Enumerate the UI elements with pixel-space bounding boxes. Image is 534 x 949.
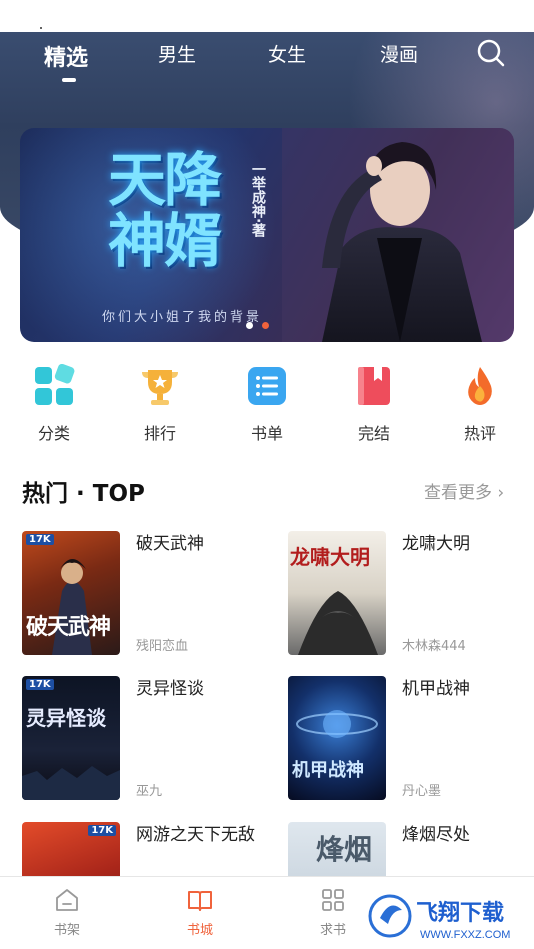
tab-featured[interactable]: 精选 — [44, 40, 88, 72]
book-item[interactable]: 17K 破天武神 破天武神 残阳恋血 — [22, 531, 272, 657]
promo-banner[interactable]: 天降神婿 一举成神·著 你们大小姐了我的背景 — [20, 128, 514, 342]
grid-icon — [35, 364, 75, 405]
book-title: 机甲战神 — [402, 679, 470, 699]
list-icon — [248, 367, 286, 405]
category-label: 分类 — [37, 424, 70, 443]
category-label: 书单 — [250, 424, 283, 443]
category-label: 热评 — [463, 424, 496, 443]
tab-female[interactable]: 女生 — [268, 40, 306, 67]
book-cover: 17K 破天武神 — [22, 531, 120, 655]
book-title: 破天武神 — [136, 534, 204, 554]
nav-bookshelf[interactable]: 书架 — [27, 887, 107, 938]
cover-title: 灵异怪谈 — [26, 706, 106, 730]
banner-character-art — [282, 128, 514, 342]
book-title: 网游之天下无敌 — [136, 825, 255, 845]
book-cover: 龙啸大明 — [288, 531, 386, 655]
watermark-main-text: 飞翔下载 — [416, 900, 504, 925]
cover-badge: 17K — [26, 679, 54, 690]
site-watermark-logo: 飞翔下载 WWW.FXXZ.COM — [366, 888, 534, 944]
cover-title: 烽烟 — [316, 833, 373, 866]
nav-label: 书架 — [53, 923, 80, 938]
see-more-link[interactable]: 查看更多 › — [424, 478, 504, 503]
tab-comics[interactable]: 漫画 — [380, 40, 418, 67]
book-item[interactable]: 17K 灵异怪谈 灵异怪谈 巫九 — [22, 676, 272, 802]
cover-badge: 17K — [88, 825, 116, 836]
book-author: 丹心墨 — [402, 784, 442, 799]
cover-title: 破天武神 — [26, 614, 111, 640]
pagination-dot-active[interactable] — [262, 322, 269, 329]
nav-request-book[interactable]: 求书 — [293, 887, 373, 938]
section-title: 热门 · TOP — [22, 481, 145, 507]
book-title: 龙啸大明 — [402, 534, 470, 554]
banner-book-title: 天降神婿 — [108, 146, 222, 275]
book-title: 灵异怪谈 — [136, 679, 204, 699]
book-author: 巫九 — [136, 784, 163, 799]
cover-title: 机甲战神 — [292, 760, 364, 781]
book-item[interactable]: 龙啸大明 龙啸大明 木林森444 — [288, 531, 534, 657]
banner-tagline: 你们大小姐了我的背景 — [102, 310, 263, 325]
book-cover: 17K 灵异怪谈 — [22, 676, 120, 800]
cover-figure-art — [22, 766, 120, 800]
active-tab-indicator — [62, 78, 76, 82]
category-ranking[interactable]: 排行 — [120, 360, 200, 444]
bookmark-book-icon — [358, 367, 390, 405]
cover-badge: 17K — [26, 534, 54, 545]
tab-male[interactable]: 男生 — [158, 40, 196, 67]
banner-pagination — [244, 322, 274, 330]
book-cover: 机甲战神 — [288, 676, 386, 800]
flame-icon — [468, 367, 492, 405]
search-icon[interactable] — [476, 38, 506, 68]
nav-label: 求书 — [319, 923, 346, 938]
category-shortcuts: 分类 排行 书单 完结 热评 — [0, 360, 534, 450]
watermark-sub-text: WWW.FXXZ.COM — [420, 929, 510, 941]
grid-squares-icon — [322, 889, 344, 911]
trophy-icon — [142, 370, 178, 405]
category-label: 排行 — [143, 424, 176, 443]
house-icon — [56, 889, 78, 911]
nav-label: 书城 — [186, 923, 213, 938]
category-completed[interactable]: 完结 — [334, 360, 414, 444]
status-dot — [40, 27, 42, 29]
book-author: 木林森444 — [402, 639, 466, 654]
category-booklist[interactable]: 书单 — [227, 360, 307, 444]
open-book-icon — [188, 891, 212, 911]
top-tab-bar: 精选 男生 女生 漫画 — [0, 32, 534, 92]
book-item[interactable]: 机甲战神 机甲战神 丹心墨 — [288, 676, 534, 802]
pagination-dot[interactable] — [246, 322, 253, 329]
category-classify[interactable]: 分类 — [14, 360, 94, 444]
nav-bookstore[interactable]: 书城 — [160, 887, 240, 938]
book-author: 残阳恋血 — [136, 639, 189, 654]
banner-author: 一举成神·著 — [250, 162, 266, 238]
category-hot-reviews[interactable]: 热评 — [440, 360, 520, 444]
book-title: 烽烟尽处 — [402, 825, 470, 845]
category-label: 完结 — [357, 424, 390, 443]
cover-title: 龙啸大明 — [290, 545, 370, 569]
status-bar — [0, 0, 534, 32]
